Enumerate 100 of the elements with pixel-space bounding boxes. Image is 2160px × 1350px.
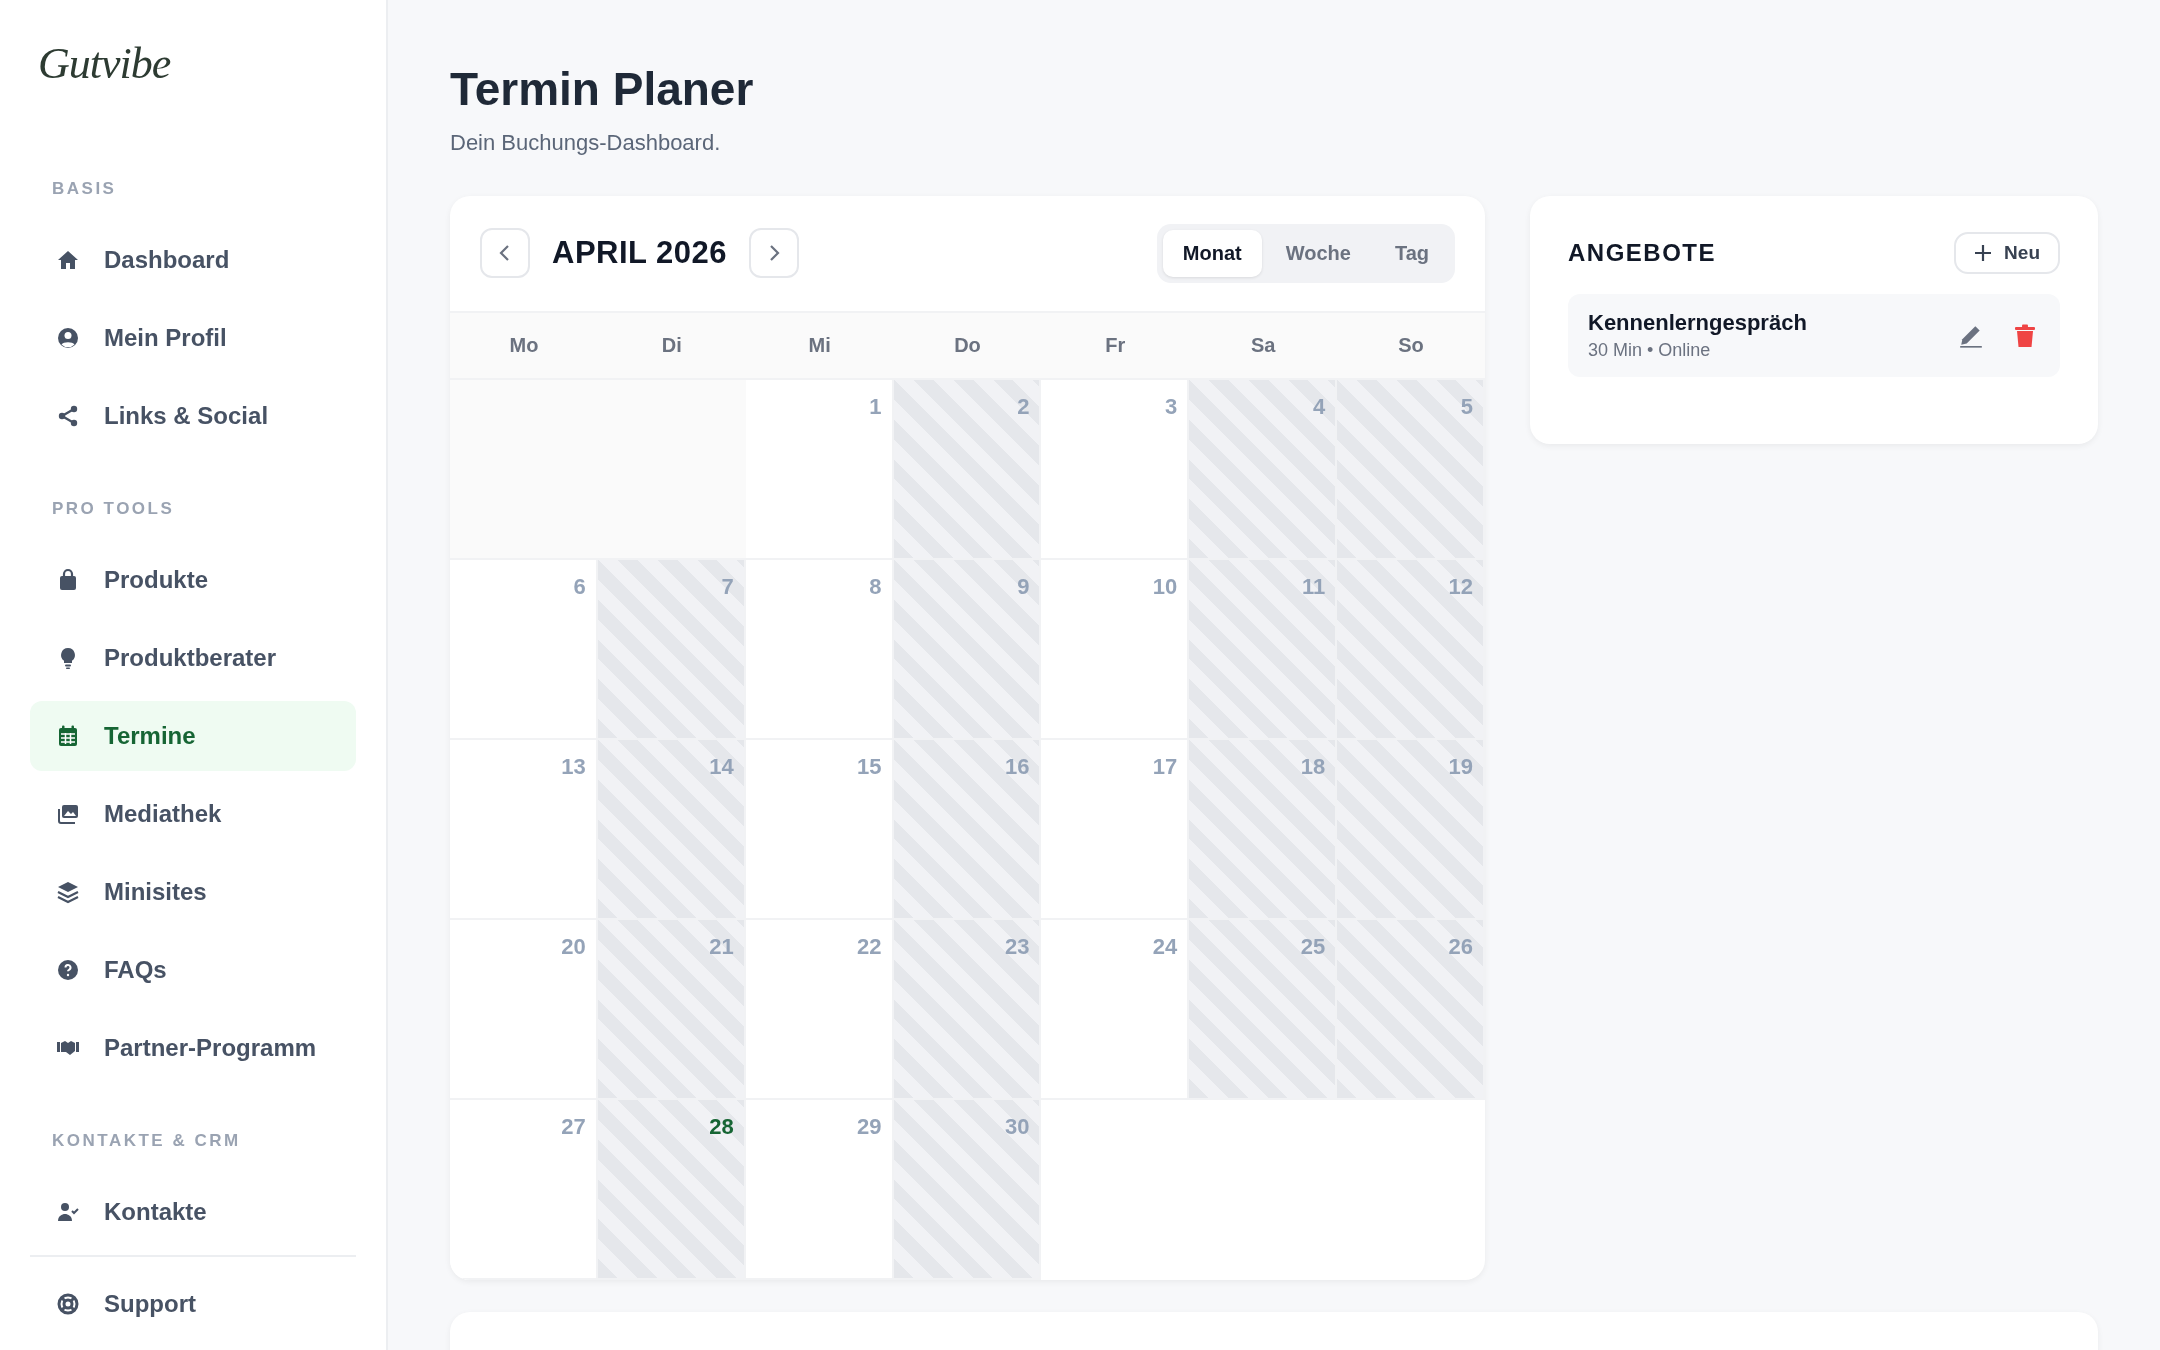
- day-number: 20: [561, 934, 586, 960]
- weekday-label: Mo: [508, 332, 540, 358]
- section-label: KONTAKTE & CRM: [52, 1131, 242, 1151]
- day-number: 18: [1300, 754, 1326, 780]
- day-cell[interactable]: 17: [1041, 740, 1190, 920]
- sidebar-item[interactable]: Mediathek: [30, 779, 356, 849]
- sidebar-item[interactable]: Produktberater: [30, 623, 356, 693]
- sidebar-item[interactable]: Support: [30, 1269, 356, 1339]
- unavailable-day-cell[interactable]: 2: [893, 380, 1042, 560]
- day-cell[interactable]: 6: [450, 560, 598, 740]
- sidebar-item[interactable]: Termine: [30, 701, 356, 771]
- calendar-icon: [56, 724, 80, 748]
- day-cell[interactable]: 20: [450, 920, 598, 1100]
- section-title: ANGEBOTE: [1568, 239, 1716, 267]
- day-number: 26: [1448, 934, 1473, 960]
- sidebar-item[interactable]: Minisites: [30, 857, 356, 927]
- day-cell[interactable]: 22: [745, 920, 894, 1100]
- weekday-label: Sa: [1249, 332, 1277, 358]
- sidebar-item[interactable]: FAQs: [30, 935, 356, 1005]
- day-number: 7: [721, 574, 734, 600]
- weekday-label: Mi: [807, 332, 832, 358]
- day-number: 27: [561, 1114, 586, 1140]
- sidebar-item[interactable]: Partner-Programm: [30, 1013, 356, 1083]
- day-number: 5: [1460, 394, 1473, 420]
- unavailable-day-cell[interactable]: 5: [1337, 380, 1485, 560]
- day-cell[interactable]: 29: [745, 1100, 894, 1280]
- view-tab[interactable]: Tag: [1374, 229, 1449, 277]
- day-cell[interactable]: 27: [450, 1100, 598, 1280]
- unavailable-day-cell[interactable]: 18: [1189, 740, 1338, 920]
- unavailable-day-cell[interactable]: 19: [1337, 740, 1485, 920]
- day-cell[interactable]: 24: [1041, 920, 1190, 1100]
- unavailable-day-cell[interactable]: 7: [597, 560, 746, 740]
- sidebar-item[interactable]: Links & Social: [30, 381, 356, 451]
- offer-name: Kennenlerngespräch: [1588, 310, 1808, 336]
- logo: Gutvibe: [38, 38, 171, 89]
- unavailable-day-cell[interactable]: 16: [893, 740, 1042, 920]
- offer-card[interactable]: Kennenlerngespräch 30 Min • Online: [1568, 294, 2060, 377]
- new-button[interactable]: Neu: [1954, 232, 2060, 274]
- unavailable-day-cell[interactable]: 28: [597, 1100, 746, 1280]
- user-circle-icon: [56, 326, 80, 350]
- sidebar-item[interactable]: Kontakte: [30, 1177, 356, 1247]
- unavailable-day-cell[interactable]: 26: [1337, 920, 1485, 1100]
- weekday-label: Do: [953, 332, 982, 358]
- day-number: 13: [561, 754, 586, 780]
- day-number: 4: [1312, 394, 1326, 420]
- share-icon: [56, 404, 80, 428]
- day-cell[interactable]: 1: [745, 380, 894, 560]
- unavailable-day-cell[interactable]: 12: [1337, 560, 1485, 740]
- weekday-label: So: [1397, 332, 1425, 358]
- home-icon: [56, 248, 80, 272]
- day-cell[interactable]: 3: [1041, 380, 1190, 560]
- day-number: 30: [1004, 1114, 1030, 1140]
- view-tab[interactable]: Monat: [1162, 229, 1262, 277]
- unavailable-day-cell[interactable]: 4: [1189, 380, 1338, 560]
- day-number: 2: [1017, 394, 1030, 420]
- day-number: 1: [869, 394, 882, 420]
- trash-icon: [2014, 323, 2036, 348]
- layers-icon: [56, 880, 80, 904]
- day-number: 23: [1004, 934, 1030, 960]
- offer-details: 30 Min • Online: [1588, 340, 1712, 361]
- weekday-label: Fr: [1104, 332, 1127, 358]
- unavailable-day-cell[interactable]: 21: [597, 920, 746, 1100]
- month-title: APRIL 2026: [552, 235, 727, 272]
- day-number: 14: [709, 754, 734, 780]
- day-cell[interactable]: 13: [450, 740, 598, 920]
- unavailable-day-cell[interactable]: 14: [597, 740, 746, 920]
- day-number: 9: [1017, 574, 1030, 600]
- unavailable-day-cell[interactable]: 11: [1189, 560, 1338, 740]
- day-cell[interactable]: 8: [745, 560, 894, 740]
- day-number: 19: [1448, 754, 1473, 780]
- lifebuoy-icon: [56, 1292, 80, 1316]
- day-number: 8: [869, 574, 882, 600]
- day-cell[interactable]: 10: [1041, 560, 1190, 740]
- view-tab[interactable]: Woche: [1265, 229, 1371, 277]
- page-title: Termin Planer: [450, 62, 754, 116]
- sidebar-item[interactable]: Produkte: [30, 545, 356, 615]
- unavailable-day-cell[interactable]: 25: [1189, 920, 1338, 1100]
- sidebar-item[interactable]: Dashboard: [30, 225, 356, 295]
- unavailable-day-cell[interactable]: 30: [893, 1100, 1042, 1280]
- day-number: 11: [1301, 574, 1326, 600]
- day-number: 29: [857, 1114, 882, 1140]
- images-icon: [56, 802, 80, 826]
- day-number: 15: [857, 754, 882, 780]
- day-number: 21: [709, 934, 734, 960]
- user-check-icon: [56, 1200, 80, 1224]
- section-label: BASIS: [52, 179, 118, 199]
- day-cell[interactable]: 15: [745, 740, 894, 920]
- plus-icon: [1974, 244, 1993, 262]
- day-number: 16: [1004, 754, 1030, 780]
- day-number: 28: [709, 1114, 734, 1140]
- section-label: PRO TOOLS: [52, 499, 176, 519]
- day-number: 12: [1448, 574, 1473, 600]
- weekday-label: Di: [660, 332, 683, 358]
- sidebar-item[interactable]: Mein Profil: [30, 303, 356, 373]
- day-number: 24: [1152, 934, 1178, 960]
- day-number: 6: [573, 574, 586, 600]
- day-number: 17: [1152, 754, 1178, 780]
- unavailable-day-cell[interactable]: 23: [893, 920, 1042, 1100]
- page-subtitle: Dein Buchungs-Dashboard.: [450, 130, 722, 156]
- unavailable-day-cell[interactable]: 9: [893, 560, 1042, 740]
